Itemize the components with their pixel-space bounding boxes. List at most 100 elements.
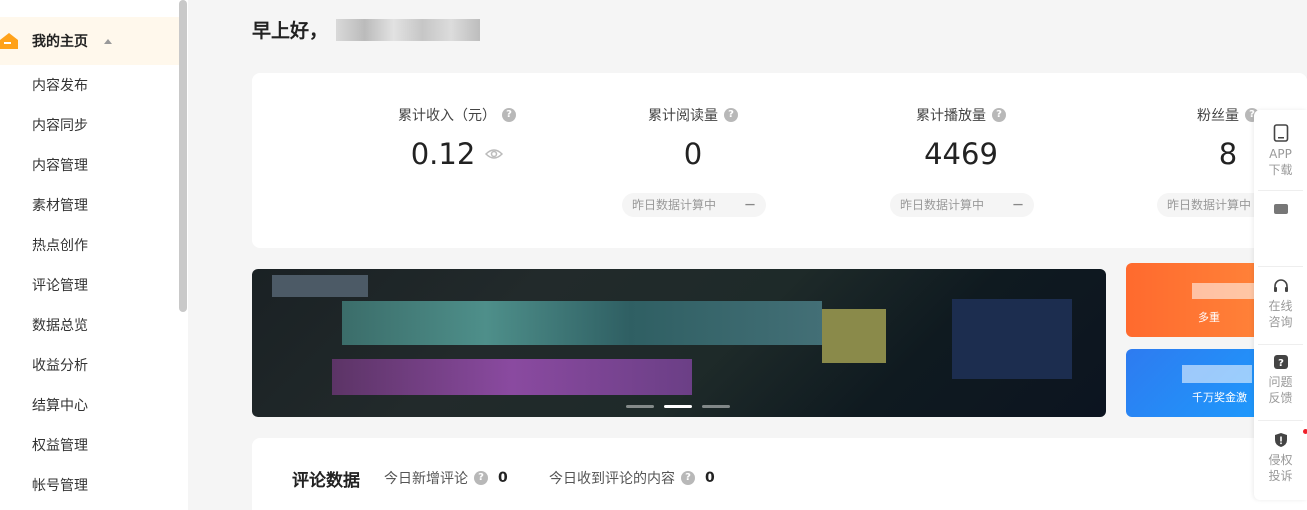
- stat-reads-label-row: 累计阅读量 ?: [558, 105, 828, 125]
- stat-income-value: 0.12: [410, 137, 476, 171]
- feedback-line1: 问题: [1268, 375, 1293, 389]
- eye-icon[interactable]: [485, 148, 504, 160]
- stat-income-value-row: 0.12: [322, 137, 592, 171]
- stat-income: 累计收入（元） ? 0.12: [322, 73, 592, 248]
- sidebar-item-data-overview[interactable]: 数据总览: [0, 306, 179, 346]
- help-icon[interactable]: ?: [474, 471, 488, 485]
- home-icon: [0, 33, 18, 49]
- online-consult-button[interactable]: 在线 咨询: [1254, 278, 1307, 330]
- sidebar-item-revenue[interactable]: 收益分析: [0, 346, 179, 386]
- pill-dash: －: [744, 198, 757, 212]
- promo-text: 多重: [1198, 311, 1220, 324]
- chat-icon: [1273, 204, 1288, 214]
- help-icon[interactable]: ?: [724, 108, 738, 122]
- infringement-line2: 投诉: [1268, 469, 1293, 483]
- sidebar-item-home[interactable]: 我的主页: [0, 17, 179, 65]
- headset-icon: [1273, 279, 1288, 292]
- stats-card: 累计收入（元） ? 0.12 累计阅读量 ? 0 昨日数据计算中 － 累计播放量…: [252, 73, 1307, 248]
- help-icon[interactable]: ?: [992, 108, 1006, 122]
- banner-carousel[interactable]: [252, 269, 1106, 417]
- pill-dash: －: [1012, 198, 1025, 212]
- carousel-dot[interactable]: [626, 405, 654, 408]
- sidebar-submenu: 内容发布 内容同步 内容管理 素材管理 热点创作 评论管理 数据总览 收益分析 …: [0, 66, 179, 506]
- stat-fans-value: 8: [1218, 137, 1238, 171]
- stat-plays-value-row: 4469: [826, 137, 1096, 171]
- online-consult-line2: 咨询: [1268, 315, 1293, 329]
- stat-income-label-row: 累计收入（元） ?: [322, 105, 592, 125]
- sidebar-item-account[interactable]: 帐号管理: [0, 466, 179, 506]
- banner-pixel-block: [342, 301, 822, 345]
- sidebar-item-comments[interactable]: 评论管理: [0, 266, 179, 306]
- banner-pixel-block: [822, 309, 886, 363]
- stat-reads: 累计阅读量 ? 0 昨日数据计算中 －: [558, 73, 828, 248]
- question-icon: ?: [1273, 355, 1288, 369]
- sidebar-item-content-manage[interactable]: 内容管理: [0, 146, 179, 186]
- carousel-indicator: [626, 405, 730, 408]
- today-new-comments-label: 今日新增评论: [384, 471, 468, 487]
- banner-pixel-block: [272, 275, 368, 297]
- pill-text: 昨日数据计算中: [632, 198, 717, 212]
- username-redacted: [336, 18, 481, 41]
- promo-redacted: [1192, 283, 1262, 299]
- online-consult-line1: 在线: [1268, 299, 1293, 313]
- stat-plays-value: 4469: [924, 137, 998, 171]
- sidebar-item-rights[interactable]: 权益管理: [0, 426, 179, 466]
- stat-reads-value: 0: [683, 137, 703, 171]
- stat-plays-label: 累计播放量: [916, 108, 986, 124]
- sidebar-item-label: 我的主页: [32, 34, 88, 50]
- promo-redacted: [1182, 365, 1252, 383]
- svg-text:?: ?: [1278, 358, 1284, 369]
- stat-plays-label-row: 累计播放量 ?: [826, 105, 1096, 125]
- today-received-comments-label: 今日收到评论的内容: [549, 471, 675, 487]
- app-download-button[interactable]: APP 下载: [1254, 124, 1307, 178]
- sidebar-item-publish[interactable]: 内容发布: [0, 66, 179, 106]
- divider: [1258, 190, 1303, 191]
- caret-up-icon[interactable]: [104, 38, 112, 44]
- pill-text: 昨日数据计算中: [1167, 198, 1252, 212]
- page-greeting: 早上好，: [252, 16, 481, 43]
- help-icon[interactable]: ?: [681, 471, 695, 485]
- sidebar-item-material[interactable]: 素材管理: [0, 186, 179, 226]
- banner-pixel-block: [332, 359, 692, 395]
- promo-text: 千万奖金激: [1192, 391, 1247, 404]
- pill-text: 昨日数据计算中: [900, 198, 985, 212]
- today-new-comments: 今日新增评论 ? 0: [384, 468, 508, 488]
- help-icon[interactable]: ?: [502, 108, 516, 122]
- comment-data-card: 评论数据 今日新增评论 ? 0 今日收到评论的内容 ? 0: [252, 438, 1307, 510]
- stat-reads-value-row: 0: [558, 137, 828, 171]
- chat-button[interactable]: [1254, 202, 1307, 222]
- shield-wrap: [1273, 429, 1307, 448]
- divider: [1258, 420, 1303, 421]
- notification-dot: [1302, 429, 1307, 434]
- stat-income-label: 累计收入（元）: [398, 108, 496, 124]
- stat-fans-label: 粉丝量: [1197, 108, 1239, 124]
- divider: [1258, 266, 1303, 267]
- carousel-dot[interactable]: [664, 405, 692, 408]
- sidebar-item-sync[interactable]: 内容同步: [0, 106, 179, 146]
- divider: [1258, 344, 1303, 345]
- sidebar-item-hot-topics[interactable]: 热点创作: [0, 226, 179, 266]
- sidebar: 我的主页 内容发布 内容同步 内容管理 素材管理 热点创作 评论管理 数据总览 …: [0, 0, 188, 510]
- sidebar-scrollbar[interactable]: [179, 0, 187, 312]
- shield-alert-icon: [1274, 433, 1287, 447]
- feedback-button[interactable]: ? 问题 反馈: [1254, 354, 1307, 406]
- infringement-report-button[interactable]: 侵权 投诉: [1254, 429, 1307, 484]
- stat-reads-pill: 昨日数据计算中 －: [622, 193, 767, 217]
- today-received-comments-value: 0: [705, 470, 715, 486]
- sidebar-item-settlement[interactable]: 结算中心: [0, 386, 179, 426]
- today-received-comments: 今日收到评论的内容 ? 0: [549, 468, 715, 488]
- feedback-line2: 反馈: [1268, 391, 1293, 405]
- infringement-line1: 侵权: [1268, 453, 1293, 467]
- app-download-line2: 下载: [1268, 163, 1293, 177]
- stat-plays-pill: 昨日数据计算中 －: [890, 193, 1035, 217]
- floating-toolbar: APP 下载 在线 咨询 ? 问题 反馈 侵权 投诉: [1254, 110, 1307, 500]
- greeting-text: 早上好，: [252, 20, 329, 42]
- app-download-line1: APP: [1269, 147, 1292, 161]
- comment-data-title: 评论数据: [292, 471, 360, 491]
- carousel-dot[interactable]: [702, 405, 730, 408]
- today-new-comments-value: 0: [498, 470, 508, 486]
- tablet-icon: [1273, 124, 1288, 142]
- stat-reads-label: 累计阅读量: [648, 108, 718, 124]
- banner-pixel-block: [952, 299, 1072, 379]
- stat-plays: 累计播放量 ? 4469 昨日数据计算中 －: [826, 73, 1096, 248]
